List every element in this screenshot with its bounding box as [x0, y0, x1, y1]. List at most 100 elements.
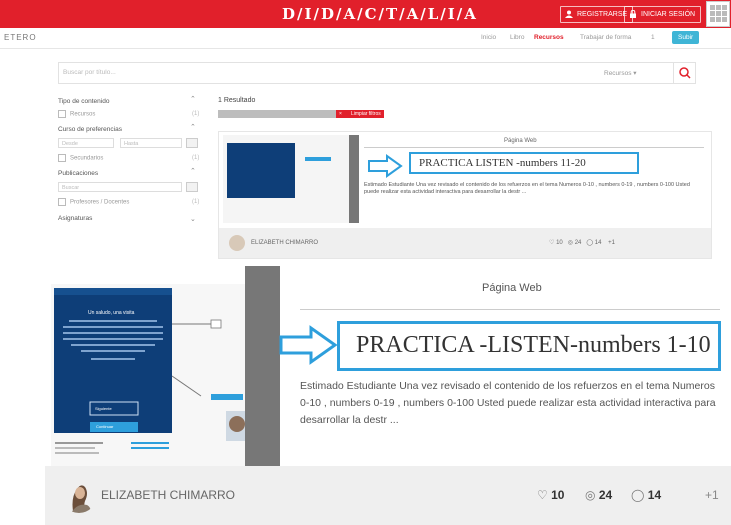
likes-stat[interactable]: ♡ 10	[537, 488, 564, 502]
views-stat: ◎ 24	[585, 488, 612, 502]
lock-icon	[630, 10, 636, 18]
checkbox[interactable]	[58, 110, 66, 118]
checkbox[interactable]	[58, 154, 66, 162]
brand-logo[interactable]: D/I/D/A/C/T/A/L/I/A	[282, 5, 478, 23]
nav-count: 1	[651, 34, 655, 41]
search-scope-select[interactable]: Recursos ▾	[604, 69, 637, 77]
comments-count: 14	[594, 240, 602, 246]
more-count[interactable]: +1	[608, 240, 615, 246]
comments-stat[interactable]: ◯ 14	[631, 488, 661, 502]
popup-button-2[interactable]: Continuar	[96, 424, 113, 429]
author-avatar[interactable]	[61, 477, 97, 513]
thumbnail-tooltip	[305, 157, 331, 161]
checkbox[interactable]	[58, 198, 66, 206]
nav-link-inicio[interactable]: Inicio	[481, 34, 496, 41]
filter-resources-label: Recursos	[70, 111, 96, 118]
resource-title[interactable]: PRACTICA -LISTEN-numbers 1-10	[356, 332, 711, 359]
resource-card[interactable]: Página Web PRACTICA LISTEN -numbers 11-2…	[218, 131, 712, 259]
more-count[interactable]: +1	[705, 488, 719, 502]
eye-icon: ◎	[567, 240, 574, 246]
resource-description: Estimado Estudiante Una vez revisado el …	[364, 182, 690, 195]
resource-footer: ELIZABETH CHIMARRO ♡ 10 ◎ 24 ◯ 14 +1	[219, 228, 711, 258]
resource-title[interactable]: PRACTICA LISTEN -numbers 11-20	[419, 157, 586, 169]
filter-resources-count: (1)	[192, 111, 200, 117]
author-name[interactable]: ELIZABETH CHIMARRO	[251, 240, 318, 246]
nav-link-trabajar[interactable]: Trabajar de forma	[580, 34, 631, 41]
heart-icon[interactable]: ♡	[549, 240, 554, 246]
active-filter-chip[interactable]	[218, 110, 336, 118]
resource-card-zoomed[interactable]: Un saludo, una visita Siguiente Continua…	[45, 266, 731, 525]
login-label: INICIAR SESIÓN	[641, 11, 696, 18]
chevron-up-icon[interactable]: ⌃	[190, 123, 196, 131]
divider	[364, 147, 704, 148]
heart-icon[interactable]: ♡	[537, 488, 548, 502]
eye-icon: ◎	[585, 488, 596, 502]
arrow-right-icon	[368, 154, 403, 178]
upload-label: Subir	[678, 34, 694, 41]
resource-title-box[interactable]: PRACTICA -LISTEN-numbers 1-10	[337, 321, 721, 371]
grade-apply-button[interactable]	[186, 138, 198, 148]
comments-count: 14	[647, 488, 662, 502]
author-name[interactable]: ELIZABETH CHIMARRO	[101, 488, 235, 502]
search-bar[interactable]: Buscar por título... Recursos ▾	[58, 62, 696, 84]
comment-icon[interactable]: ◯	[586, 240, 593, 246]
filter-secondary-label: Secundarios	[70, 155, 104, 162]
register-button[interactable]: REGISTRARSE	[560, 6, 634, 23]
search-input[interactable]: Buscar por título...	[63, 69, 116, 76]
resource-kind: Página Web	[504, 138, 537, 144]
views-count: 24	[574, 240, 582, 246]
thumbnail-sidebar	[245, 266, 280, 466]
resource-description: Estimado Estudiante Una vez revisado el …	[300, 380, 716, 426]
popup-title: Un saludo, una visita	[88, 310, 135, 316]
apps-grid-icon[interactable]	[706, 1, 730, 27]
thumbnail-sidebar	[349, 135, 359, 223]
clear-filters-button[interactable]: Limpiar filtros	[348, 110, 384, 118]
search-button[interactable]	[673, 63, 696, 83]
arrow-right-icon	[279, 325, 338, 365]
popup-dialog-thumbnail	[227, 143, 295, 198]
resource-title-box[interactable]: PRACTICA LISTEN -numbers 11-20	[409, 152, 639, 174]
login-button[interactable]: INICIAR SESIÓN	[624, 6, 702, 23]
nav-link-recursos[interactable]: Recursos	[534, 34, 564, 41]
author-search-input[interactable]: Buscar	[58, 182, 182, 192]
resource-thumbnail[interactable]	[223, 135, 359, 223]
filter-secondary-checkbox[interactable]: Secundarios	[58, 154, 103, 162]
filter-teacher-checkbox[interactable]: Profesores / Docentes	[58, 198, 129, 206]
filter-grade-title[interactable]: Curso de preferencias	[58, 126, 122, 133]
resource-stats: ♡ 10 ◎ 24 ◯ 14 +1	[549, 239, 615, 246]
chevron-up-icon[interactable]: ⌃	[190, 167, 196, 175]
upload-button[interactable]: Subir	[672, 31, 700, 44]
filter-secondary-count: (1)	[192, 155, 200, 161]
resource-kind: Página Web	[482, 282, 542, 294]
author-avatar[interactable]	[229, 235, 245, 251]
author-photo	[71, 485, 91, 513]
results-count: 1 Resultado	[218, 97, 256, 104]
popup-button[interactable]: Siguiente	[95, 406, 112, 411]
site-logo[interactable]: ETERO	[4, 33, 37, 42]
sub-navigation: ETERO Inicio Libro Recursos Trabajar de …	[0, 28, 731, 49]
filter-content-type-title[interactable]: Tipo de contenido	[58, 98, 109, 105]
chevron-down-icon[interactable]: ⌄	[190, 215, 196, 223]
filter-teacher-label: Profesores / Docentes	[70, 199, 130, 206]
filter-subjects-title[interactable]: Asignaturas	[58, 215, 92, 222]
resource-footer: ELIZABETH CHIMARRO ♡ 10 ◎ 24 ◯ 14 +1	[45, 466, 731, 525]
user-icon	[565, 10, 573, 18]
grade-from-input[interactable]: Desde	[58, 138, 114, 148]
nav-link-libro[interactable]: Libro	[510, 34, 524, 41]
remove-filter-icon[interactable]: ×	[336, 110, 348, 118]
comment-icon[interactable]: ◯	[631, 488, 644, 502]
chevron-up-icon[interactable]: ⌃	[190, 95, 196, 103]
grade-to-input[interactable]: Hasta	[120, 138, 182, 148]
top-bar: D/I/D/A/C/T/A/L/I/A REGISTRARSE INICIAR …	[0, 0, 731, 28]
filter-resources-checkbox[interactable]: Recursos	[58, 110, 95, 118]
filter-author-title[interactable]: Publicaciones	[58, 170, 98, 177]
views-count: 24	[598, 488, 613, 502]
search-scope-label: Recursos	[604, 70, 632, 77]
author-search-button[interactable]	[186, 182, 198, 192]
filter-teacher-count: (1)	[192, 199, 200, 205]
likes-count: 10	[556, 240, 563, 246]
search-icon	[679, 67, 691, 79]
likes-count: 10	[551, 488, 565, 502]
register-label: REGISTRARSE	[577, 11, 628, 18]
divider	[300, 309, 720, 310]
